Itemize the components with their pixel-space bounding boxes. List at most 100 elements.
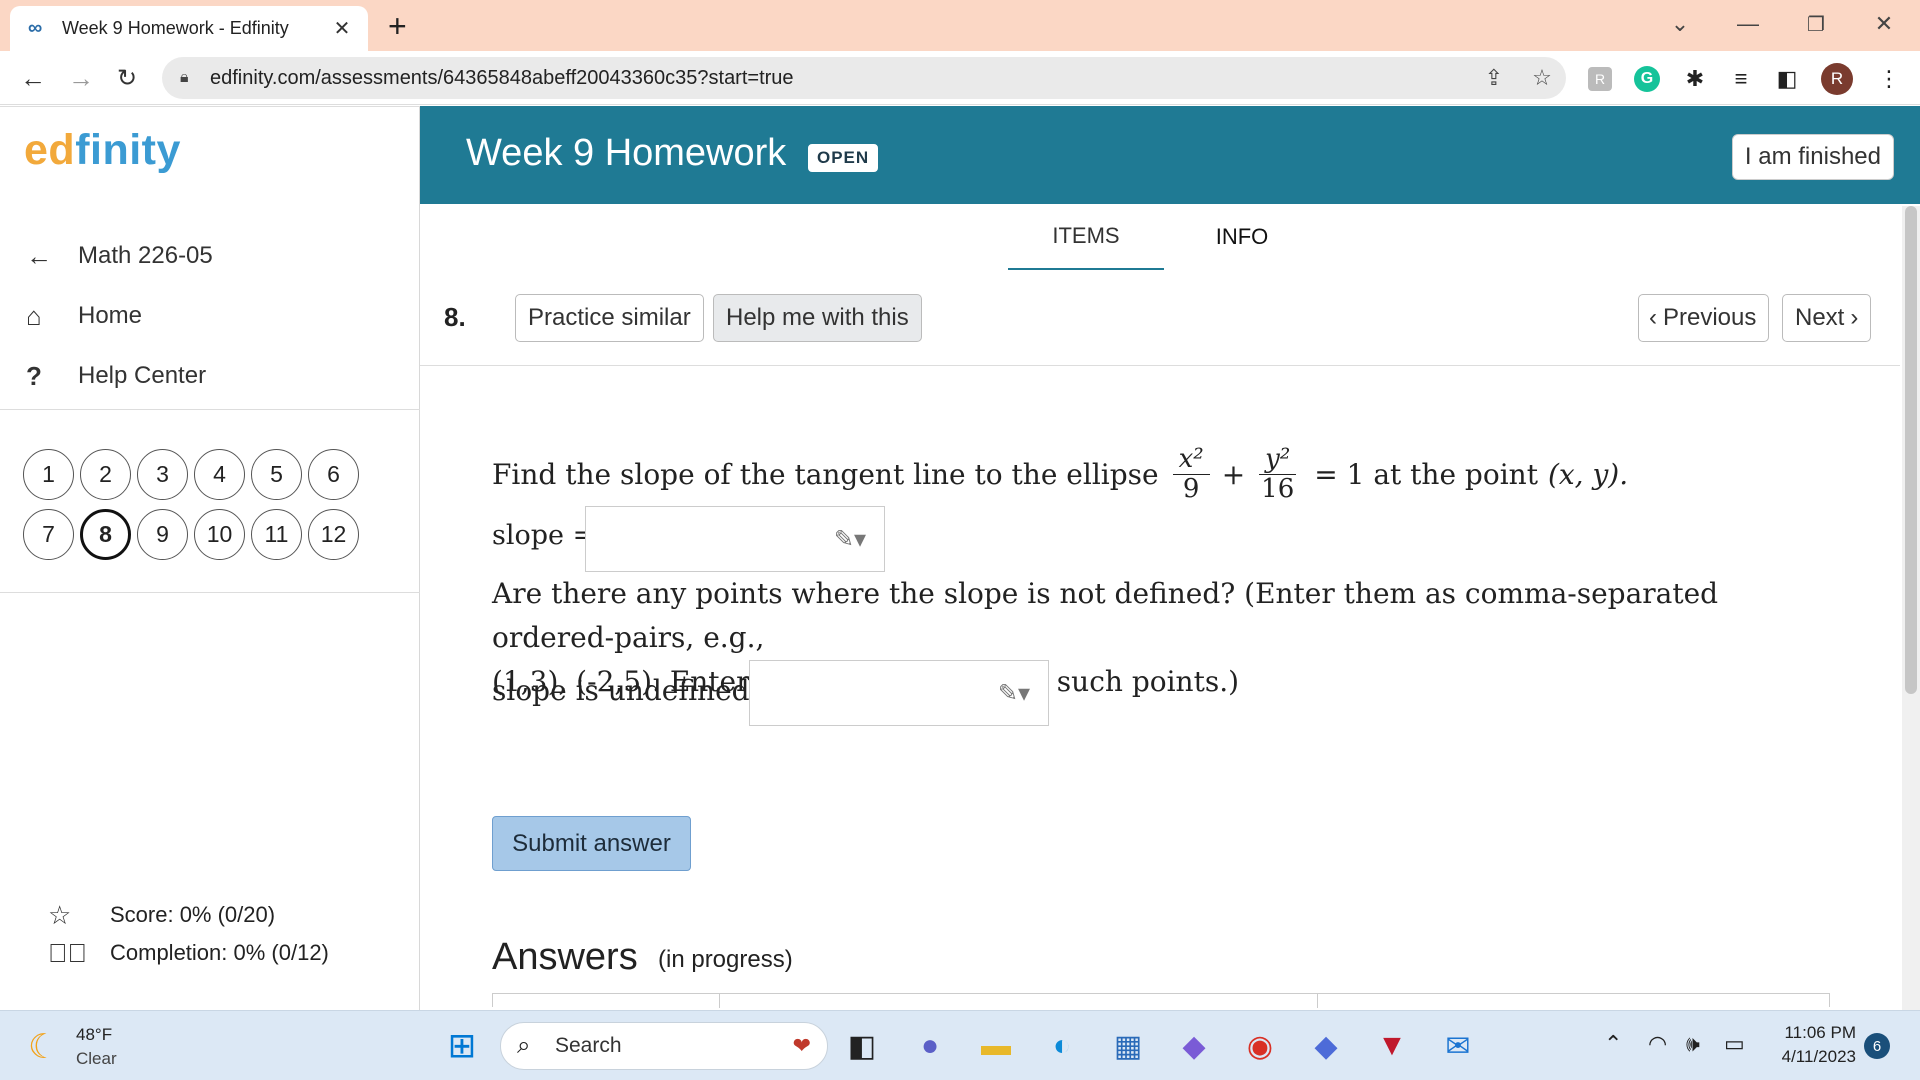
score-stat: ☆ Score: 0% (0/20) [48, 896, 329, 934]
next-button[interactable]: Next › [1782, 294, 1872, 342]
question-7-button[interactable]: 7 [23, 509, 74, 560]
weather-widget[interactable]: ☾ 48°F Clear [28, 1023, 117, 1071]
progress-stats: ☆ Score: 0% (0/20) ✓⃝ Completion: 0% (0/… [48, 896, 329, 972]
edge-browser-icon[interactable]: ◐ [1042, 1026, 1082, 1066]
profile-avatar[interactable]: R [1821, 63, 1853, 95]
reload-icon[interactable]: ↻ [110, 61, 144, 95]
question-toolbar: 8. Practice similar Help me with this ‹ … [420, 270, 1900, 366]
windows-start-icon[interactable]: ⊞ [442, 1026, 482, 1066]
tab-search-chevron-icon[interactable]: ⌄ [1656, 6, 1704, 42]
fraction-y-numerator: y² [1259, 445, 1297, 475]
weather-condition: Clear [76, 1049, 117, 1068]
question-3-button[interactable]: 3 [137, 449, 188, 500]
answers-status: (in progress) [658, 946, 793, 973]
pencil-dropdown-icon[interactable]: ✎▾ [834, 525, 866, 554]
page-scrollbar[interactable] [1902, 206, 1920, 1010]
question-12-button[interactable]: 12 [308, 509, 359, 560]
search-icon: ⌕ [517, 1032, 531, 1059]
tab-items[interactable]: ITEMS [1008, 204, 1164, 270]
slope-answer-input[interactable]: ✎▾ [585, 506, 885, 572]
fraction-x: x² 9 [1172, 445, 1210, 504]
extension-r-icon[interactable]: R [1588, 67, 1612, 91]
bookmark-star-icon[interactable]: ☆ [1518, 65, 1566, 91]
submit-answer-button[interactable]: Submit answer [492, 816, 691, 871]
tray-overflow-icon[interactable]: ⌃ [1604, 1031, 1622, 1057]
volume-icon[interactable]: 🕪︎ [1686, 1031, 1700, 1057]
help-me-button[interactable]: Help me with this [713, 294, 922, 342]
extensions-puzzle-icon[interactable]: ✱ [1680, 64, 1710, 94]
notification-badge[interactable]: 6 [1864, 1033, 1890, 1059]
task-view-icon[interactable]: ◧ [842, 1026, 882, 1066]
browser-tab[interactable]: ∞ Week 9 Homework - Edfinity ✕ [10, 6, 368, 51]
copilot-icon[interactable]: ◆ [1174, 1026, 1214, 1066]
slope-label: slope = [492, 520, 596, 551]
mail-icon[interactable]: ✉ [1438, 1026, 1478, 1066]
taskbar-clock[interactable]: 11:06 PM 4/11/2023 [1774, 1021, 1856, 1069]
grammarly-icon[interactable]: G [1634, 66, 1660, 92]
sidebar-item-home[interactable]: ⌂ Home [0, 286, 420, 346]
wifi-icon[interactable]: ◠ [1648, 1031, 1667, 1057]
minimize-icon[interactable]: — [1724, 6, 1772, 42]
lock-icon: 🔒︎ [180, 69, 189, 86]
question-8-button-current[interactable]: 8 [80, 509, 131, 560]
assignment-header: Week 9 Homework OPEN I am finished [420, 106, 1920, 204]
browser-tab-strip: ∞ Week 9 Homework - Edfinity ✕ + ⌄ — ❐ ✕ [0, 0, 1920, 51]
question-1-button[interactable]: 1 [23, 449, 74, 500]
problem-body: Find the slope of the tangent line to th… [492, 430, 1822, 518]
close-window-icon[interactable]: ✕ [1860, 6, 1908, 42]
sidebar-item-course[interactable]: ← Math 226-05 [0, 226, 420, 286]
sidebar-item-help-center[interactable]: ? Help Center [0, 346, 420, 406]
question-6-button[interactable]: 6 [308, 449, 359, 500]
table-column-divider [719, 994, 720, 1008]
previous-button[interactable]: ‹ Previous [1638, 294, 1770, 342]
previous-label: Previous [1663, 304, 1757, 331]
score-text: Score: 0% (0/20) [110, 902, 276, 927]
question-9-button[interactable]: 9 [137, 509, 188, 560]
chrome-icon[interactable]: ◉ [1240, 1026, 1280, 1066]
chevron-left-icon: ‹ [1649, 304, 1657, 331]
microsoft-store-icon[interactable]: ▦ [1108, 1026, 1148, 1066]
share-icon[interactable]: ⇪ [1470, 65, 1518, 91]
close-tab-icon[interactable]: ✕ [330, 16, 354, 41]
pencil-dropdown-icon[interactable]: ✎▾ [998, 679, 1030, 708]
fraction-x-numerator: x² [1172, 445, 1210, 475]
clock-time: 11:06 PM [1784, 1023, 1856, 1042]
address-bar[interactable]: 🔒︎ edfinity.com/assessments/64365848abef… [162, 57, 1566, 99]
question-5-button[interactable]: 5 [251, 449, 302, 500]
equation-rhs: = 1 at the point [1314, 457, 1538, 491]
question-11-button[interactable]: 11 [251, 509, 302, 560]
practice-similar-button[interactable]: Practice similar [515, 294, 704, 342]
teams-chat-icon[interactable]: ● [910, 1026, 950, 1066]
edfinity-logo[interactable]: edfinity [24, 126, 181, 175]
new-tab-icon[interactable]: + [388, 8, 407, 45]
fraction-x-denominator: 9 [1182, 473, 1200, 504]
undefined-question-line1: Are there any points where the slope is … [492, 577, 1719, 654]
edfinity-favicon-icon: ∞ [28, 17, 43, 39]
taskbar-search[interactable]: ⌕ Search ❤ [500, 1022, 828, 1070]
restore-icon[interactable]: ❐ [1792, 6, 1840, 42]
problem-intro: Find the slope of the tangent line to th… [492, 457, 1159, 491]
finish-button[interactable]: I am finished [1731, 134, 1894, 180]
tab-title: Week 9 Homework - Edfinity [62, 18, 289, 38]
assignment-title: Week 9 Homework [466, 132, 787, 174]
forward-icon[interactable]: → [64, 61, 98, 95]
loop-app-icon[interactable]: ◆ [1306, 1026, 1346, 1066]
completion-text: Completion: 0% (0/12) [110, 940, 329, 965]
scrollbar-thumb[interactable] [1905, 206, 1917, 694]
side-panel-icon[interactable]: ◧ [1772, 64, 1802, 94]
sidebar-divider [0, 409, 420, 410]
media-control-icon[interactable]: ≡ [1726, 64, 1756, 94]
undefined-points-input[interactable]: ✎▾ [749, 660, 1049, 726]
question-number: 8. [444, 302, 466, 332]
completion-stat: ✓⃝ Completion: 0% (0/12) [48, 934, 329, 972]
browser-menu-icon[interactable]: ⋮ [1874, 64, 1904, 94]
question-10-button[interactable]: 10 [194, 509, 245, 560]
file-explorer-icon[interactable]: ▬ [976, 1026, 1016, 1066]
mcafee-icon[interactable]: ▼ [1372, 1026, 1412, 1066]
back-icon[interactable]: ← [16, 61, 50, 95]
tab-info[interactable]: INFO [1164, 204, 1320, 270]
question-navigator: 1 2 3 4 5 6 7 8 9 10 11 12 [23, 449, 403, 560]
question-4-button[interactable]: 4 [194, 449, 245, 500]
battery-icon[interactable]: ▭ [1724, 1031, 1745, 1057]
question-2-button[interactable]: 2 [80, 449, 131, 500]
